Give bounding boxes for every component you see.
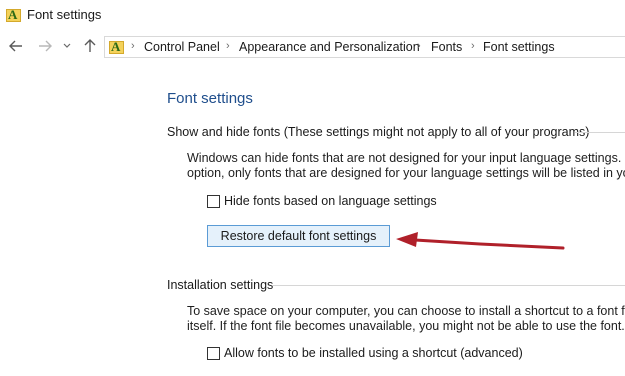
section-divider <box>575 132 625 133</box>
up-button[interactable] <box>80 36 100 56</box>
show-hide-section-title: Show and hide fonts (These settings migh… <box>167 125 590 139</box>
breadcrumb-separator-icon: › <box>417 40 421 52</box>
breadcrumb-separator-icon: › <box>131 40 135 52</box>
breadcrumb-appearance[interactable]: Appearance and Personalization <box>239 40 420 54</box>
fonts-folder-icon: A <box>6 7 22 23</box>
breadcrumb-font-settings[interactable]: Font settings <box>483 40 555 54</box>
forward-button[interactable] <box>35 36 55 56</box>
breadcrumb-separator-icon: › <box>471 40 475 52</box>
installation-description-line-1: To save space on your computer, you can … <box>187 304 625 318</box>
allow-shortcut-install-checkbox[interactable] <box>207 347 220 360</box>
show-hide-description-line-1: Windows can hide fonts that are not desi… <box>187 151 625 165</box>
recent-locations-button[interactable] <box>60 36 74 56</box>
breadcrumb-fonts[interactable]: Fonts <box>431 40 462 54</box>
show-hide-description-line-2: option, only fonts that are designed for… <box>187 166 625 180</box>
page-title: Font settings <box>167 90 253 107</box>
forward-arrow-icon <box>39 40 52 52</box>
hide-fonts-checkbox-label[interactable]: Hide fonts based on language settings <box>224 194 437 208</box>
breadcrumb-control-panel[interactable]: Control Panel <box>144 40 220 54</box>
installation-description-line-2: itself. If the font file becomes unavail… <box>187 319 625 333</box>
breadcrumb-separator-icon: › <box>226 40 230 52</box>
allow-shortcut-install-checkbox-label[interactable]: Allow fonts to be installed using a shor… <box>224 346 523 360</box>
fonts-folder-icon: A <box>109 39 125 55</box>
back-arrow-icon <box>9 40 22 52</box>
restore-default-font-settings-button[interactable]: Restore default font settings <box>207 225 390 247</box>
hide-fonts-checkbox[interactable] <box>207 195 220 208</box>
window-title: Font settings <box>27 7 102 22</box>
installation-section-title: Installation settings <box>167 278 274 292</box>
address-bar[interactable]: A › Control Panel › Appearance and Perso… <box>104 36 625 58</box>
back-button[interactable] <box>6 36 26 56</box>
restore-button-label: Restore default font settings <box>220 229 377 243</box>
title-bar: A Font settings <box>0 0 625 31</box>
navigation-bar: A › Control Panel › Appearance and Perso… <box>0 31 625 63</box>
section-divider <box>272 285 625 286</box>
chevron-down-icon <box>63 43 71 48</box>
up-arrow-icon <box>84 39 96 52</box>
